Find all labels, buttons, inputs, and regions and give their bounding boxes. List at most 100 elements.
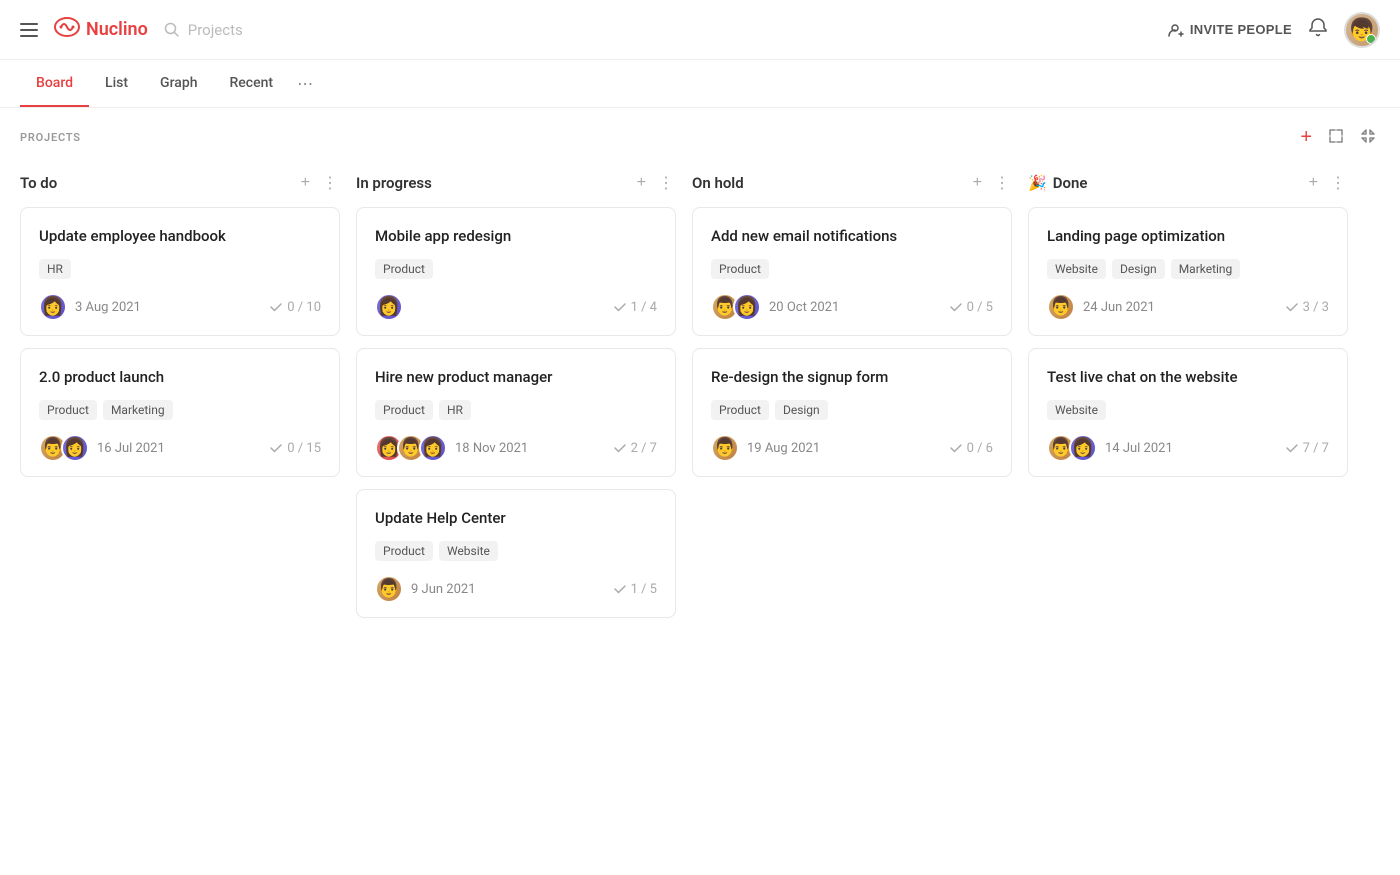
card-avatars: 👨	[375, 575, 403, 603]
column-title-text: Done	[1053, 174, 1088, 192]
card-footer: 👨👩 14 Jul 2021 7 / 7	[1047, 434, 1329, 462]
tag: Product	[711, 400, 769, 420]
add-card-button[interactable]: +	[1307, 172, 1320, 194]
column-cards: Add new email notifications Product 👨👩 2…	[692, 207, 1012, 477]
hamburger-menu[interactable]	[20, 23, 38, 37]
projects-header: PROJECTS +	[0, 108, 1400, 163]
card-date: 9 Jun 2021	[411, 582, 476, 597]
kanban-card[interactable]: 2.0 product launch ProductMarketing 👨👩 1…	[20, 348, 340, 477]
tag: Product	[711, 259, 769, 279]
card-check-count: 2 / 7	[613, 441, 657, 456]
app-header: Nuclino Projects INVITE PEOPLE	[0, 0, 1400, 60]
tag: Product	[39, 400, 97, 420]
notifications-bell[interactable]	[1308, 17, 1328, 42]
kanban-column-inprogress: In progress + ⋮ Mobile app redesign Prod…	[356, 163, 676, 630]
check-icon	[269, 441, 283, 455]
column-menu-button[interactable]: ⋮	[992, 171, 1012, 195]
tag: Product	[375, 541, 433, 561]
tab-recent[interactable]: Recent	[213, 61, 289, 107]
card-date: 19 Aug 2021	[747, 441, 820, 456]
card-title: Landing page optimization	[1047, 226, 1329, 247]
column-cards: Update employee handbook HR 👩 3 Aug 2021…	[20, 207, 340, 477]
card-avatars: 👨👩	[39, 434, 89, 462]
kanban-card[interactable]: Add new email notifications Product 👨👩 2…	[692, 207, 1012, 336]
add-card-button[interactable]: +	[971, 172, 984, 194]
check-ratio: 3 / 3	[1303, 300, 1329, 315]
card-avatars: 👨	[1047, 293, 1075, 321]
tab-list[interactable]: List	[89, 61, 144, 107]
avatar: 👨	[375, 575, 403, 603]
tag: Website	[1047, 259, 1106, 279]
tag: Marketing	[1171, 259, 1241, 279]
invite-icon	[1168, 22, 1184, 38]
kanban-card[interactable]: Landing page optimization Website Design M…	[1028, 207, 1348, 336]
check-ratio: 1 / 4	[631, 300, 657, 315]
expand-button[interactable]	[1324, 126, 1348, 149]
card-check-count: 1 / 5	[613, 582, 657, 597]
kanban-card[interactable]: Test live chat on the website Website 👨👩…	[1028, 348, 1348, 477]
kanban-column-done: 🎉 Done + ⋮ Landing page optimization Web…	[1028, 163, 1348, 630]
check-icon	[949, 441, 963, 455]
view-tabs: Board List Graph Recent ⋯	[0, 60, 1400, 108]
logo[interactable]: Nuclino	[54, 16, 148, 44]
card-footer: 👨 19 Aug 2021 0 / 6	[711, 434, 993, 462]
invite-people-button[interactable]: INVITE PEOPLE	[1168, 22, 1292, 38]
kanban-card[interactable]: Update employee handbook HR 👩 3 Aug 2021…	[20, 207, 340, 336]
column-menu-button[interactable]: ⋮	[656, 171, 676, 195]
tag: HR	[439, 400, 471, 420]
card-check-count: 0 / 10	[269, 300, 321, 315]
kanban-card[interactable]: Re-design the signup form ProductDesign …	[692, 348, 1012, 477]
card-title: Hire new product manager	[375, 367, 657, 388]
card-date: 3 Aug 2021	[75, 300, 141, 315]
column-menu-button[interactable]: ⋮	[1328, 171, 1348, 195]
check-icon	[613, 582, 627, 596]
card-date: 18 Nov 2021	[455, 441, 528, 456]
search-bar[interactable]: Projects	[164, 21, 243, 39]
tag: Design	[1112, 259, 1165, 279]
card-avatars: 👨👩	[1047, 434, 1097, 462]
card-tags: Product	[711, 259, 993, 279]
card-tags: ProductWebsite	[375, 541, 657, 561]
tabs-more-button[interactable]: ⋯	[289, 60, 321, 107]
card-avatars: 👨👩	[711, 293, 761, 321]
column-title: 🎉 Done	[1028, 174, 1087, 192]
tab-graph[interactable]: Graph	[144, 61, 213, 107]
card-avatars: 👨	[711, 434, 739, 462]
collapse-button[interactable]	[1356, 126, 1380, 149]
card-tags: Product	[375, 259, 657, 279]
check-icon	[613, 300, 627, 314]
card-tags: ProductDesign	[711, 400, 993, 420]
search-placeholder: Projects	[188, 21, 243, 39]
card-title: Test live chat on the website	[1047, 367, 1329, 388]
add-card-button[interactable]: +	[635, 172, 648, 194]
column-emoji: 🎉	[1028, 174, 1047, 192]
column-menu-button[interactable]: ⋮	[320, 171, 340, 195]
card-tags: Website Design Marketing	[1047, 259, 1329, 279]
column-title: To do	[20, 174, 57, 192]
card-title: Update Help Center	[375, 508, 657, 529]
add-card-button[interactable]: +	[299, 172, 312, 194]
tag: HR	[39, 259, 71, 279]
card-check-count: 3 / 3	[1285, 300, 1329, 315]
tab-board[interactable]: Board	[20, 61, 89, 107]
column-title-text: On hold	[692, 174, 744, 192]
check-ratio: 2 / 7	[631, 441, 657, 456]
card-footer: 👨 9 Jun 2021 1 / 5	[375, 575, 657, 603]
column-header: To do + ⋮	[20, 163, 340, 207]
tag: Marketing	[103, 400, 173, 420]
check-ratio: 0 / 10	[287, 300, 321, 315]
kanban-card[interactable]: Hire new product manager ProductHR 👩👨👩 1…	[356, 348, 676, 477]
column-cards: Landing page optimization Website Design M…	[1028, 207, 1348, 477]
card-check-count: 1 / 4	[613, 300, 657, 315]
add-project-button[interactable]: +	[1296, 124, 1316, 151]
card-footer: 👨 24 Jun 2021 3 / 3	[1047, 293, 1329, 321]
check-icon	[1285, 441, 1299, 455]
avatar: 👩	[1069, 434, 1097, 462]
column-header: In progress + ⋮	[356, 163, 676, 207]
card-avatars: 👩	[39, 293, 67, 321]
kanban-card[interactable]: Update Help Center ProductWebsite 👨 9 Ju…	[356, 489, 676, 618]
kanban-card[interactable]: Mobile app redesign Product 👩 1 / 4	[356, 207, 676, 336]
card-date: 16 Jul 2021	[97, 441, 165, 456]
user-avatar[interactable]: 👦	[1344, 12, 1380, 48]
card-footer: 👨👩 16 Jul 2021 0 / 15	[39, 434, 321, 462]
